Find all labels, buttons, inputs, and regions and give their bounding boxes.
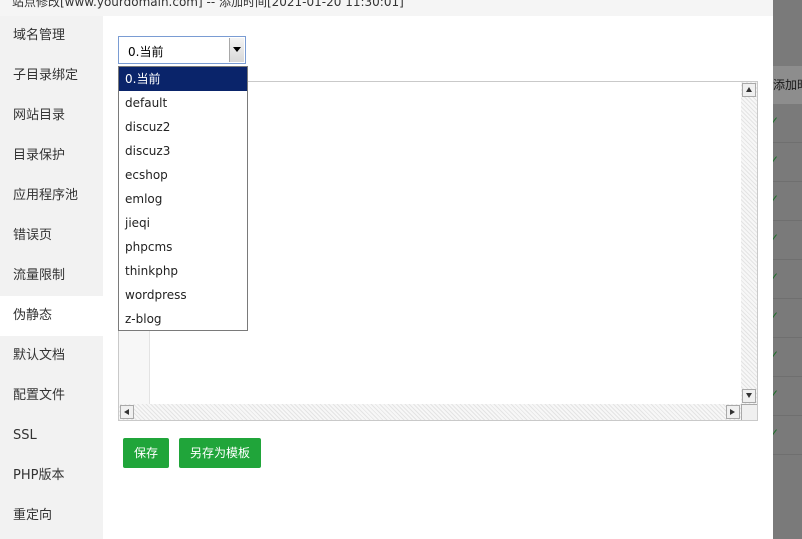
sidebar-item-php-version[interactable]: PHP版本 [0, 456, 103, 496]
sidebar-item-ssl[interactable]: SSL [0, 416, 103, 456]
background-check-icon: ✓ [773, 387, 780, 401]
scroll-left-arrow-icon[interactable] [120, 405, 134, 419]
background-check-icon: ✓ [773, 192, 780, 206]
background-row: ✓ [773, 182, 802, 221]
dropdown-option-z-blog[interactable]: z-blog [119, 307, 247, 331]
background-check-icon: ✓ [773, 426, 780, 440]
background-check-icon: ✓ [773, 114, 780, 128]
sidebar-item-default-document[interactable]: 默认文档 [0, 336, 103, 376]
scroll-right-arrow-icon[interactable] [726, 405, 740, 419]
background-row: ✓ [773, 299, 802, 338]
dropdown-option-phpcms[interactable]: phpcms [119, 235, 247, 259]
scroll-up-arrow-icon[interactable] [742, 83, 756, 97]
sidebar-item-traffic-limit[interactable]: 流量限制 [0, 256, 103, 296]
background-check-icon: ✓ [773, 231, 780, 245]
dropdown-option-discuz2[interactable]: discuz2 [119, 115, 247, 139]
dropdown-option-wordpress[interactable]: wordpress [119, 283, 247, 307]
background-row: ✓ [773, 221, 802, 260]
background-row: ✓ [773, 260, 802, 299]
sidebar-item-rewrite[interactable]: 伪静态 [0, 296, 103, 336]
sidebar-item-directory-protection[interactable]: 目录保护 [0, 136, 103, 176]
dropdown-option-jieqi[interactable]: jieqi [119, 211, 247, 235]
background-check-icon: ✓ [773, 270, 780, 284]
sidebar-item-config-file[interactable]: 配置文件 [0, 376, 103, 416]
rewrite-template-select[interactable]: 0.当前 [118, 36, 246, 64]
background-row: ✓ [773, 143, 802, 182]
sidebar-item-subdirectory-binding[interactable]: 子目录绑定 [0, 56, 103, 96]
background-row: ✓ [773, 377, 802, 416]
dropdown-option-ecshop[interactable]: ecshop [119, 163, 247, 187]
background-check-icon: ✓ [773, 348, 780, 362]
settings-sidebar: 域名管理 子目录绑定 网站目录 目录保护 应用程序池 错误页 流量限制 伪静态 … [0, 16, 103, 539]
dropdown-option-discuz3[interactable]: discuz3 [119, 139, 247, 163]
save-as-template-button[interactable]: 另存为模板 [179, 438, 262, 468]
resize-handle-icon[interactable] [741, 404, 757, 420]
chevron-down-icon[interactable] [229, 38, 244, 62]
sidebar-item-app-pool[interactable]: 应用程序池 [0, 176, 103, 216]
background-site-table: 添加时间 ✓ ✓ ✓ ✓ ✓ ✓ ✓ ✓ ✓ [773, 0, 802, 539]
sidebar-item-redirect[interactable]: 重定向 [0, 496, 103, 536]
dropdown-option-emlog[interactable]: emlog [119, 187, 247, 211]
editor-vertical-scrollbar[interactable] [741, 82, 757, 404]
editor-horizontal-scrollbar[interactable] [119, 404, 741, 420]
dropdown-option-default[interactable]: default [119, 91, 247, 115]
sidebar-item-site-directory[interactable]: 网站目录 [0, 96, 103, 136]
sidebar-item-domains[interactable]: 域名管理 [0, 16, 103, 56]
rewrite-template-selected-value: 0.当前 [128, 45, 164, 59]
background-check-icon: ✓ [773, 309, 780, 323]
sidebar-item-error-pages[interactable]: 错误页 [0, 216, 103, 256]
dropdown-option-thinkphp[interactable]: thinkphp [119, 259, 247, 283]
save-button[interactable]: 保存 [123, 438, 170, 468]
background-check-icon: ✓ [773, 153, 780, 167]
background-row: ✓ [773, 338, 802, 377]
background-column-header: 添加时间 [773, 66, 802, 104]
rewrite-template-dropdown: 0.当前 default discuz2 discuz3 ecshop emlo… [118, 66, 248, 331]
background-row: ✓ [773, 416, 802, 455]
dialog-titlebar: 站点修改[www.yourdomain.com] -- 添加时间[2021-01… [0, 0, 773, 17]
background-row: ✓ [773, 104, 802, 143]
dropdown-option-current[interactable]: 0.当前 [119, 67, 247, 91]
dialog-title: 站点修改[www.yourdomain.com] -- 添加时间[2021-01… [12, 0, 404, 9]
scroll-down-arrow-icon[interactable] [742, 389, 756, 403]
